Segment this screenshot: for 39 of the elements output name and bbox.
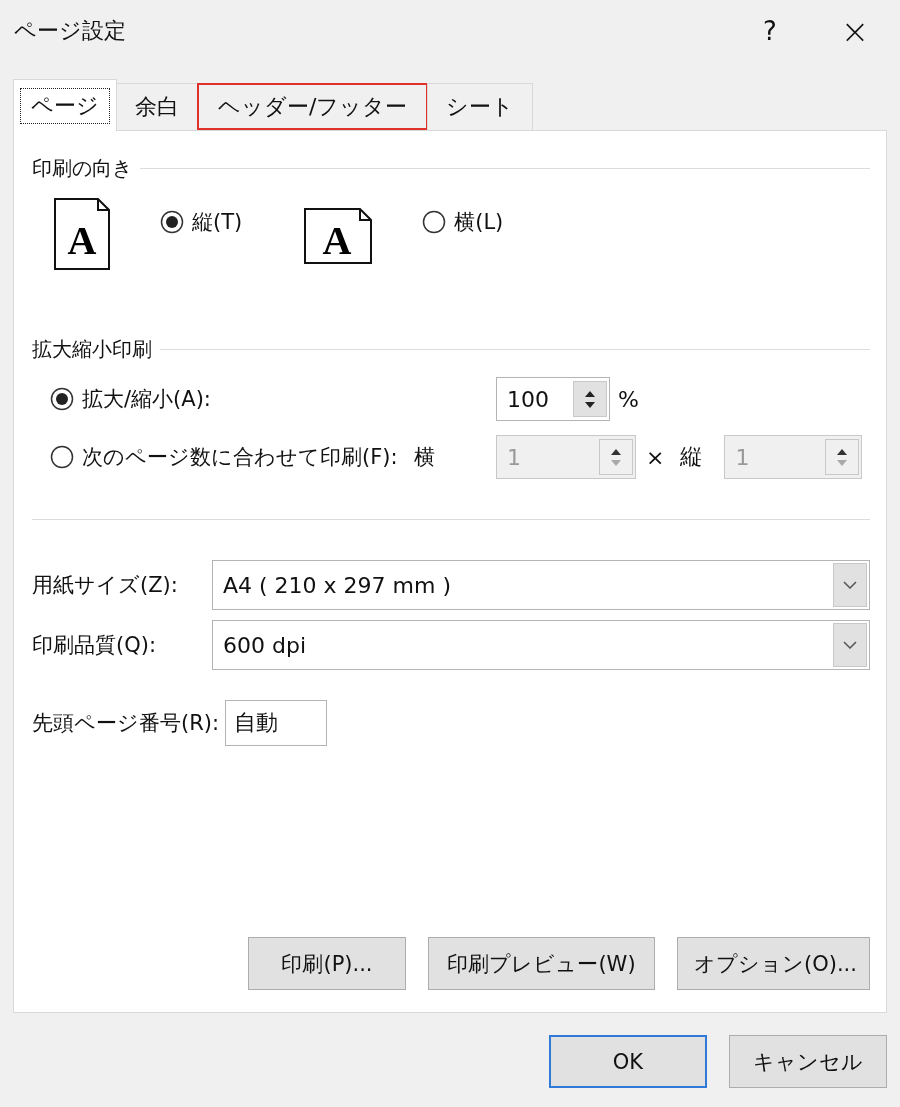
group-title: 拡大縮小印刷 <box>32 336 152 363</box>
action-button[interactable]: オプション(O)... <box>677 937 870 990</box>
chevron-down-icon <box>843 641 857 649</box>
up-arrow-icon <box>836 447 849 456</box>
down-arrow-icon <box>836 458 849 467</box>
group-title: 印刷の向き <box>32 155 132 182</box>
help-button[interactable]: ? <box>730 16 810 46</box>
up-arrow-icon <box>584 389 596 398</box>
input-field[interactable]: 自動 <box>225 700 328 746</box>
radio-label: 拡大/縮小(A): <box>82 386 211 413</box>
close-button[interactable]: × <box>810 11 900 51</box>
radio-button[interactable] <box>50 387 74 411</box>
down-arrow-icon <box>610 458 622 467</box>
field-label: 横 <box>413 444 435 471</box>
number-spinner[interactable]: 100 <box>496 377 610 421</box>
tab[interactable]: ヘッダー/フッター <box>197 83 429 130</box>
up-arrow-icon <box>610 447 622 456</box>
chevron-down-icon <box>843 581 857 589</box>
dropdown[interactable]: A4 ( 210 x 297 mm ) <box>212 560 870 610</box>
dialog-button[interactable]: キャンセル <box>729 1035 887 1088</box>
radio-label: 横(L) <box>454 209 504 236</box>
times-sign: × <box>646 444 665 470</box>
field-label: 用紙サイズ(Z): <box>32 572 179 599</box>
radio-label: 縦(T) <box>192 209 243 236</box>
window-title: ページ設定 <box>14 17 127 45</box>
radio-button[interactable] <box>422 210 447 234</box>
unit-label: % <box>618 386 639 412</box>
field-label: 印刷品質(Q): <box>32 632 157 659</box>
radio-button[interactable] <box>160 210 184 234</box>
radio-label: 次のページ数に合わせて印刷(F): <box>82 444 398 471</box>
action-button[interactable]: 印刷プレビュー(W) <box>428 937 655 990</box>
down-arrow-icon <box>584 400 596 409</box>
tab[interactable]: シート <box>427 83 534 130</box>
tab[interactable]: ページ <box>13 79 117 131</box>
dropdown[interactable]: 600 dpi <box>212 620 870 670</box>
dialog-button[interactable]: OK <box>549 1035 707 1088</box>
field-label: 先頭ページ番号(R): <box>32 710 220 737</box>
action-button[interactable]: 印刷(P)... <box>248 937 406 990</box>
field-label: 縦 <box>680 443 703 471</box>
